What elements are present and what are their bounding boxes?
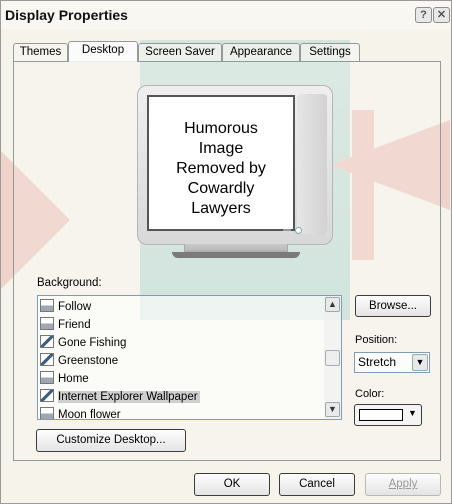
list-item[interactable]: Follow	[40, 298, 320, 316]
browse-button-label: Browse...	[369, 300, 417, 312]
position-dropdown[interactable]: Stretch ▼	[354, 352, 430, 373]
listbox-scrollbar[interactable]: ▲ ▼	[324, 296, 341, 419]
list-item-selected[interactable]: Internet Explorer Wallpaper	[40, 388, 320, 406]
tab-screen-saver[interactable]: Screen Saver	[138, 43, 222, 61]
chevron-down-icon: ▼	[328, 404, 337, 414]
close-button[interactable]: ✕	[433, 7, 450, 23]
customize-desktop-label: Customize Desktop...	[56, 434, 166, 446]
preview-line-2: Image	[198, 140, 244, 157]
list-item-label: Greenstone	[58, 355, 119, 367]
apply-button-label: Apply	[388, 478, 418, 490]
tab-themes[interactable]: Themes	[13, 43, 68, 61]
monitor-power-led	[295, 227, 302, 234]
scroll-thumb[interactable]	[325, 350, 340, 366]
color-label: Color:	[355, 388, 385, 400]
preview-line-1: Humorous	[184, 120, 258, 137]
tab-settings[interactable]: Settings	[300, 43, 360, 61]
monitor-preview: Humorous Image Removed by Cowardly Lawye…	[137, 85, 333, 245]
scroll-down-button[interactable]: ▼	[325, 402, 340, 417]
color-picker-button[interactable]: ▼	[354, 404, 422, 426]
bitmap-file-icon	[40, 407, 54, 419]
list-item[interactable]: Gone Fishing	[40, 334, 320, 352]
apply-button[interactable]: Apply	[365, 473, 441, 496]
list-item-label: Moon flower	[58, 409, 121, 420]
chevron-up-icon: ▲	[328, 299, 337, 309]
list-item[interactable]: Moon flower	[40, 406, 320, 420]
list-item-label: Internet Explorer Wallpaper	[58, 391, 200, 403]
preview-line-5: Lawyers	[191, 200, 251, 217]
display-properties-dialog: Display Properties ? ✕ Themes Desktop Sc…	[0, 0, 452, 504]
help-button[interactable]: ?	[415, 7, 432, 23]
bitmap-file-icon	[40, 371, 54, 384]
help-icon: ?	[420, 9, 427, 21]
close-icon: ✕	[436, 9, 447, 21]
preview-screen-text: Humorous Image Removed by Cowardly Lawye…	[149, 119, 293, 219]
wallpaper-file-icon	[40, 389, 54, 402]
bitmap-file-icon	[40, 317, 54, 330]
position-dropdown-value: Stretch	[358, 355, 397, 369]
list-item-label: Friend	[58, 319, 91, 331]
title-bar[interactable]: Display Properties ? ✕	[1, 1, 451, 29]
tab-appearance[interactable]: Appearance	[222, 43, 300, 61]
desktop-tab-panel: Humorous Image Removed by Cowardly Lawye…	[13, 61, 441, 461]
position-label: Position:	[355, 334, 398, 346]
list-item[interactable]: Greenstone	[40, 352, 320, 370]
list-item-label: Gone Fishing	[58, 337, 127, 349]
bitmap-file-icon	[40, 299, 54, 312]
wallpaper-file-icon	[40, 353, 54, 366]
dropdown-arrow-icon: ▼	[408, 408, 417, 418]
customize-desktop-button[interactable]: Customize Desktop...	[36, 429, 186, 452]
monitor-bezel-side	[297, 94, 327, 234]
cancel-button-label: Cancel	[299, 478, 335, 490]
list-item-label: Home	[58, 373, 89, 385]
ok-button[interactable]: OK	[194, 473, 270, 496]
background-label: Background:	[37, 277, 102, 289]
preview-line-3: Removed by	[176, 160, 266, 177]
list-item[interactable]: Home	[40, 370, 320, 388]
background-listbox[interactable]: Follow Friend Gone Fishing Greenstone Ho…	[37, 295, 342, 420]
ok-button-label: OK	[223, 478, 241, 490]
monitor-screen: Humorous Image Removed by Cowardly Lawye…	[147, 95, 295, 231]
cancel-button[interactable]: Cancel	[279, 473, 355, 496]
tab-desktop[interactable]: Desktop	[68, 41, 138, 62]
list-item-label: Follow	[58, 301, 92, 313]
browse-button[interactable]: Browse...	[355, 295, 431, 317]
preview-line-4: Cowardly	[187, 180, 255, 197]
position-dropdown-button[interactable]: ▼	[412, 354, 428, 371]
color-swatch	[359, 409, 403, 421]
wallpaper-file-icon	[40, 335, 54, 348]
list-item[interactable]: Friend	[40, 316, 320, 334]
monitor-stand-neck	[184, 244, 288, 252]
monitor-power-slot	[283, 229, 291, 231]
scroll-up-button[interactable]: ▲	[325, 297, 340, 312]
chevron-down-icon: ▼	[415, 357, 425, 367]
monitor-stand-base	[172, 252, 300, 258]
window-title: Display Properties	[5, 7, 128, 23]
